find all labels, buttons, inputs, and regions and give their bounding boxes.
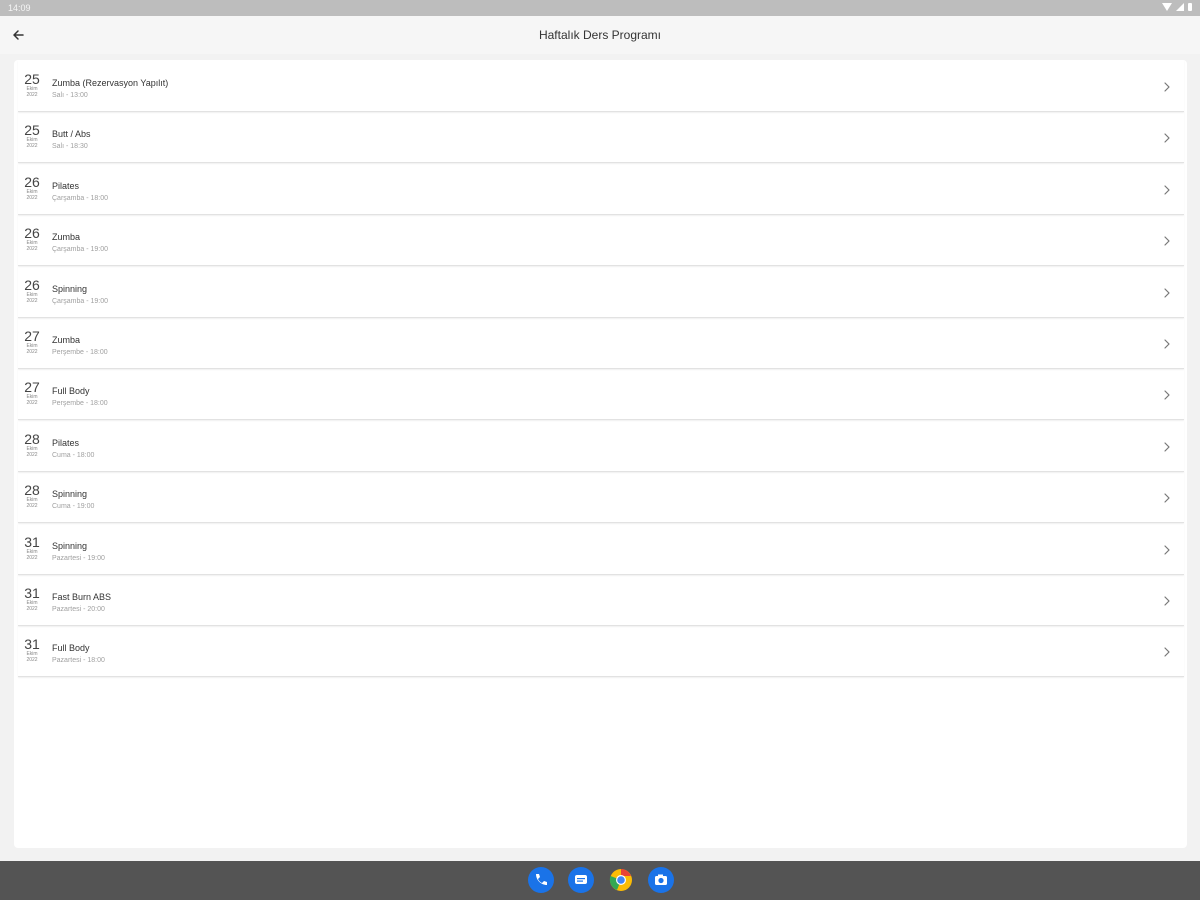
class-list-item[interactable]: 27 Ekim 2022 Zumba Perşembe - 18:00 [18, 317, 1184, 369]
status-icons [1162, 3, 1192, 11]
class-title: Butt / Abs [52, 129, 91, 140]
class-list-item[interactable]: 31 Ekim 2022 Spinning Pazartesi - 19:00 [18, 523, 1184, 575]
chevron-right-icon [1164, 390, 1170, 400]
date-year: 2022 [26, 451, 38, 458]
date-block: 31 Ekim 2022 [22, 637, 42, 663]
messages-icon[interactable] [568, 867, 594, 893]
class-list-item[interactable]: 27 Ekim 2022 Full Body Perşembe - 18:00 [18, 368, 1184, 421]
class-title: Spinning [52, 283, 88, 294]
date-year: 2022 [26, 657, 38, 664]
class-schedule-list: 25 Ekim 2022 Zumba (Rezervasyon Yapılıt) Sal… [14, 60, 1187, 848]
date-year: 2022 [26, 400, 38, 407]
date-block: 26 Ekim 2022 [22, 175, 42, 201]
chevron-right-icon [1164, 493, 1170, 503]
chevron-right-icon [1164, 82, 1170, 92]
class-list-item[interactable]: 26 Ekim 2022 Pilates Çarşamba - 18:00 [18, 163, 1184, 215]
battery-icon [1188, 3, 1192, 11]
class-title: Pilates [52, 180, 80, 191]
class-subtitle: Pazartesi - 20:00 [52, 606, 105, 613]
class-subtitle: Çarşamba - 19:00 [52, 246, 109, 254]
class-subtitle: Çarşamba - 19:00 [52, 297, 109, 305]
date-year: 2022 [26, 92, 38, 98]
class-list-item[interactable]: 28 Ekim 2022 Pilates Cuma - 18:00 [18, 420, 1184, 472]
date-year: 2022 [26, 297, 38, 304]
class-title: Zumba [52, 232, 81, 243]
status-time: 14:09 [8, 3, 31, 13]
chevron-right-icon [1164, 339, 1170, 349]
date-day: 27 [24, 379, 40, 396]
date-day: 25 [24, 71, 40, 87]
class-list-item[interactable]: 31 Ekim 2022 Fast Burn ABS Pazartesi - 20:00 [18, 574, 1184, 626]
date-day: 26 [24, 276, 40, 293]
app-bar: Haftalık Ders Programı [0, 16, 1200, 54]
date-day: 27 [24, 328, 40, 344]
date-block: 26 Ekim 2022 [22, 226, 42, 252]
class-subtitle: Cuma - 18:00 [52, 451, 95, 459]
class-subtitle: Çarşamba - 18:00 [52, 194, 109, 202]
date-day: 31 [24, 636, 40, 653]
date-day: 28 [24, 430, 40, 447]
chevron-right-icon [1164, 133, 1170, 143]
class-subtitle: Perşembe - 18:00 [52, 400, 108, 408]
date-day: 26 [24, 173, 40, 190]
class-subtitle: Salı - 13:00 [52, 92, 88, 99]
camera-icon[interactable] [648, 867, 674, 893]
date-block: 25 Ekim 2022 [22, 123, 42, 149]
chevron-right-icon [1164, 596, 1170, 606]
date-day: 26 [24, 225, 40, 242]
class-subtitle: Pazartesi - 19:00 [52, 554, 105, 562]
class-list-item[interactable]: 26 Ekim 2022 Spinning Çarşamba - 19:00 [18, 266, 1184, 318]
date-day: 31 [24, 585, 40, 601]
date-day: 28 [24, 482, 40, 499]
chevron-right-icon [1164, 647, 1170, 657]
date-block: 28 Ekim 2022 [22, 432, 42, 458]
class-list-item[interactable]: 25 Ekim 2022 Zumba (Rezervasyon Yapılıt) Sal… [18, 60, 1184, 112]
date-year: 2022 [26, 246, 38, 253]
date-block: 28 Ekim 2022 [22, 483, 42, 509]
date-block: 26 Ekim 2022 [22, 278, 42, 304]
class-title: Spinning [52, 489, 88, 500]
class-subtitle: Perşembe - 18:00 [52, 349, 108, 356]
chevron-right-icon [1164, 287, 1170, 298]
class-title: Zumba [52, 335, 81, 345]
date-block: 25 Ekim 2022 [22, 72, 42, 98]
class-subtitle: Cuma - 19:00 [52, 503, 95, 511]
date-year: 2022 [26, 503, 38, 510]
class-subtitle: Pazartesi - 18:00 [52, 657, 105, 665]
class-list-item[interactable]: 26 Ekim 2022 Zumba Çarşamba - 19:00 [18, 214, 1184, 267]
phone-icon[interactable] [528, 867, 554, 893]
signal-icon [1176, 3, 1184, 11]
class-title: Zumba (Rezervasyon Yapılıt) [52, 78, 169, 88]
page-title: Haftalık Ders Programı [538, 28, 662, 42]
class-title: Fast Burn ABS [52, 592, 112, 602]
status-bar: 14:09 [0, 0, 1200, 16]
class-list-item[interactable]: 28 Ekim 2022 Spinning Cuma - 19:00 [18, 471, 1184, 524]
class-title: Full Body [52, 386, 90, 397]
chrome-icon[interactable] [608, 867, 634, 893]
class-list-item[interactable]: 31 Ekim 2022 Full Body Pazartesi - 18:00 [18, 625, 1184, 678]
class-title: Full Body [52, 643, 90, 654]
app-dock [528, 867, 674, 893]
date-year: 2022 [26, 194, 38, 201]
class-list-item[interactable]: 25 Ekim 2022 Butt / Abs Salı - 18:30 [18, 111, 1184, 164]
date-block: 31 Ekim 2022 [22, 586, 42, 612]
date-block: 27 Ekim 2022 [22, 329, 42, 355]
class-subtitle: Salı - 18:30 [52, 143, 88, 151]
class-title: Spinning [52, 540, 88, 551]
date-block: 27 Ekim 2022 [22, 380, 42, 406]
date-day: 25 [24, 122, 40, 139]
date-year: 2022 [26, 554, 38, 561]
class-title: Pilates [52, 437, 80, 448]
wifi-icon [1162, 3, 1172, 11]
date-block: 31 Ekim 2022 [22, 535, 42, 561]
chevron-right-icon [1164, 442, 1170, 452]
chevron-right-icon [1164, 185, 1170, 195]
date-year: 2022 [26, 143, 38, 150]
date-year: 2022 [26, 349, 38, 355]
date-year: 2022 [26, 606, 38, 612]
chevron-right-icon [1164, 236, 1170, 246]
chevron-right-icon [1164, 544, 1170, 555]
date-day: 31 [24, 533, 40, 550]
